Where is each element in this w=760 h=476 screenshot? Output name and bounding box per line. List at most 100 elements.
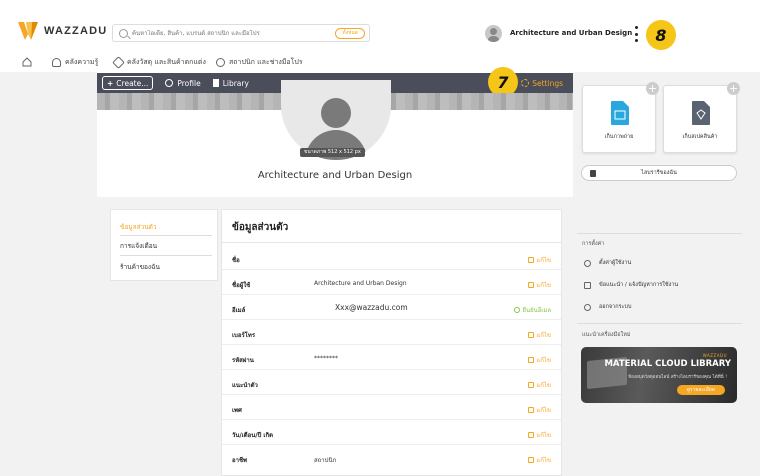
edit-button[interactable]: แก้ไข (528, 405, 551, 415)
side-item-notifications[interactable]: การแจ้งเตือน (120, 241, 157, 251)
home-icon[interactable] (22, 57, 32, 67)
pencil-icon (528, 282, 535, 288)
edit-button[interactable]: แก้ไข (528, 330, 551, 340)
material-cloud-library-banner[interactable]: WAZZADU MATERIAL CLOUD LIBRARY ห้องสมุดว… (581, 347, 737, 403)
logo[interactable]: WAZZADU (18, 22, 107, 40)
field-value: Architecture and Urban Design (314, 280, 407, 287)
settings-item-feedback[interactable]: ข้อแนะนำ / แจ้งปัญหาการใช้งาน (584, 281, 678, 289)
edit-button[interactable]: แก้ไข (528, 455, 551, 465)
table-row: รหัสผ่าน ******** แก้ไข (222, 346, 561, 370)
edit-button[interactable]: แก้ไข (528, 380, 551, 390)
pencil-icon (528, 432, 535, 438)
left-background (0, 72, 97, 197)
plus-icon: + (107, 78, 114, 88)
settings-item-label: ข้อแนะนำ / แจ้งปัญหาการใช้งาน (599, 282, 679, 288)
field-label: ชื่อผู้ใช้ (232, 282, 251, 289)
wazzadu-logo-icon (18, 22, 38, 40)
avatar-size-hint: ขนาดภาพ 512 x 512 px (300, 148, 365, 157)
upload-photo-card[interactable]: + เก็บภาพถ่าย (582, 82, 659, 153)
recommend-heading: แนะนำเครื่องมือใหม่ (582, 332, 631, 338)
table-row: แนะนำตัว แก้ไข (222, 371, 561, 395)
upload-product-label: เก็บสเปคสินค้า (682, 134, 718, 140)
create-label: Create... (116, 78, 149, 88)
edit-button[interactable]: แก้ไข (528, 430, 551, 440)
tab-library-label: Library (222, 78, 249, 88)
my-library-button[interactable]: ไลบรารีของฉัน (581, 165, 737, 181)
page-title: ข้อมูลส่วนตัว (232, 222, 289, 233)
tag-icon (112, 56, 125, 69)
nav-item-knowledge[interactable]: คลังความรู้ (52, 57, 98, 68)
pencil-icon (528, 457, 535, 463)
settings-item-logout[interactable]: ออกจากระบบ (584, 303, 631, 311)
nav-item-materials[interactable]: คลังวัสดุ และสินค้าตกแต่ง (112, 56, 206, 69)
edit-button[interactable]: แก้ไข (528, 280, 551, 290)
tab-profile[interactable]: Profile (165, 79, 201, 88)
gear-icon (584, 259, 591, 267)
edit-label: แก้ไข (536, 407, 551, 414)
side-item-personal-info[interactable]: ข้อมูลส่วนตัว (120, 222, 157, 232)
annotation-badge-8: 8 (646, 20, 676, 50)
search-icon (119, 28, 128, 38)
email-value: Xxx@wazzadu.com (335, 303, 408, 312)
upload-photo-label: เก็บภาพถ่าย (604, 134, 634, 140)
side-item-my-shop[interactable]: ร้านค้าของฉัน (120, 262, 160, 272)
field-label: เพศ (232, 407, 242, 414)
settings-button[interactable]: Settings (521, 79, 563, 88)
logo-text: WAZZADU (44, 25, 108, 37)
nav-item-label: สถาปนิก และช่างมือโปร (229, 58, 303, 66)
edit-button[interactable]: แก้ไข (528, 355, 551, 365)
edit-button[interactable]: แก้ไข (528, 255, 551, 265)
personal-info-panel: ข้อมูลส่วนตัว ชื่อ แก้ไข ชื่อผู้ใช้ Arch… (221, 209, 562, 476)
more-menu-icon[interactable] (633, 26, 639, 42)
tab-library[interactable]: Library (212, 78, 249, 88)
promo-title: MATERIAL CLOUD LIBRARY (604, 359, 731, 369)
edit-label: แก้ไข (536, 282, 551, 289)
search-scope-select[interactable]: ทั้งหมด (335, 28, 365, 39)
settings-item-label: ตั้งค่าผู้ใช้งาน (599, 260, 632, 266)
profile-name: Architecture and Urban Design (257, 170, 413, 181)
field-label: วัน/เดือน/ปี เกิด (232, 432, 273, 439)
nav-item-architects[interactable]: สถาปนิก และช่างมือโปร (216, 57, 303, 68)
search-bar[interactable]: ทั้งหมด (112, 24, 370, 42)
divider (577, 323, 742, 324)
nav-item-label: คลังความรู้ (65, 58, 99, 66)
field-label: อาชีพ (232, 457, 247, 464)
settings-item-user[interactable]: ตั้งค่าผู้ใช้งาน (584, 259, 631, 267)
field-label: อีเมล์ (232, 307, 246, 314)
my-library-label: ไลบรารีของฉัน (641, 170, 677, 176)
promo-details-button[interactable]: ดูรายละเอียด (676, 385, 725, 395)
check-circle-icon (514, 307, 521, 313)
power-icon (584, 303, 591, 311)
add-icon[interactable]: + (646, 82, 659, 95)
edit-label: แก้ไข (536, 457, 551, 464)
password-value: ******** (314, 355, 338, 362)
settings-side-menu: ข้อมูลส่วนตัว การแจ้งเตือน ร้านค้าของฉัน (110, 209, 218, 281)
avatar[interactable] (485, 25, 502, 42)
create-button[interactable]: + Create... (102, 76, 154, 90)
profile-icon (165, 79, 174, 87)
edit-label: แก้ไข (536, 332, 551, 339)
table-row: เพศ แก้ไข (222, 396, 561, 420)
settings-item-label: ออกจากระบบ (599, 304, 632, 310)
pencil-icon (528, 407, 535, 413)
gear-icon (521, 79, 530, 87)
divider (222, 242, 561, 243)
field-label: รหัสผ่าน (232, 357, 254, 364)
verify-email-button[interactable]: ยืนยันอีเมล (514, 305, 551, 315)
divider (120, 255, 212, 256)
table-row: ชื่อ แก้ไข (222, 246, 561, 270)
top-header: WAZZADU ทั้งหมด Architecture and Urban D… (0, 0, 760, 52)
user-name[interactable]: Architecture and Urban Design (510, 29, 632, 37)
upload-product-card[interactable]: + เก็บสเปคสินค้า (663, 82, 740, 153)
divider (120, 235, 212, 236)
verify-label: ยืนยันอีเมล (522, 307, 551, 314)
table-row: อีเมล์ Xxx@wazzadu.com ยืนยันอีเมล (222, 296, 561, 320)
search-input[interactable] (132, 29, 332, 37)
edit-label: แก้ไข (536, 357, 551, 364)
field-label: ชื่อ (232, 257, 240, 264)
table-row: ชื่อผู้ใช้ Architecture and Urban Design… (222, 271, 561, 295)
field-value: สถาปนิก (314, 457, 337, 464)
table-row: วัน/เดือน/ปี เกิด แก้ไข (222, 421, 561, 445)
edit-label: แก้ไข (536, 382, 551, 389)
add-icon[interactable]: + (727, 82, 740, 95)
